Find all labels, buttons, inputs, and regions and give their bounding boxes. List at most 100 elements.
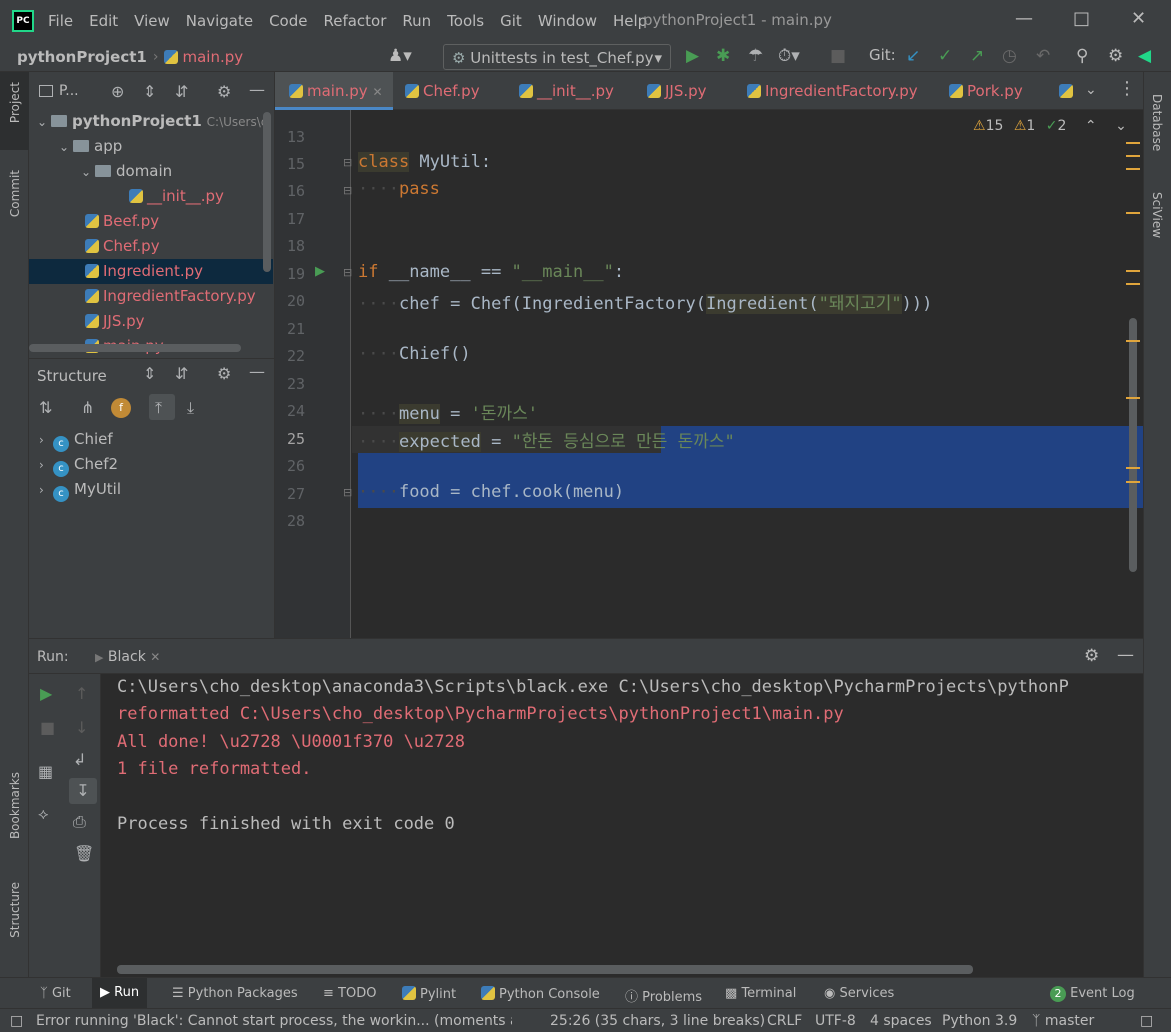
arrow-down-icon[interactable]: ↓ <box>75 718 88 737</box>
run-config-select[interactable]: ⚙ Unittests in test_Chef.py ▾ <box>443 44 671 70</box>
show-inherited-icon[interactable]: ⋔ <box>81 398 94 417</box>
show-fields-icon[interactable]: f <box>111 398 131 418</box>
settings-icon[interactable]: ⚙ <box>1108 46 1123 66</box>
bookmarks-tool-button[interactable]: Bookmarks <box>8 772 22 839</box>
tool-python-console[interactable]: Python Console <box>481 986 600 1002</box>
structure-item-chef2[interactable]: › c Chef2 <box>39 452 118 477</box>
tree-root[interactable]: ⌄ pythonProject1 C:\Users\c <box>37 109 267 134</box>
fold-icon[interactable]: ⊟ <box>343 266 352 279</box>
vertical-scrollbar[interactable] <box>263 112 271 272</box>
next-highlight-icon[interactable]: ⌄ <box>1115 118 1127 134</box>
git-update-icon[interactable]: ↙ <box>906 46 920 66</box>
tool-pylint[interactable]: Pylint <box>402 986 456 1002</box>
code-line-20[interactable]: ····chef = Chef(IngredientFactory(Ingred… <box>358 289 932 314</box>
hide-panel-icon[interactable]: — <box>249 80 265 99</box>
git-branch[interactable]: ᛉ master <box>1032 1013 1094 1029</box>
python-interpreter[interactable]: Python 3.9 <box>942 1013 1017 1029</box>
tab-chef[interactable]: Chef.py <box>405 72 480 110</box>
warning-mark[interactable] <box>1126 481 1140 483</box>
tool-run[interactable]: ▶ Run <box>92 978 148 1008</box>
code-line-27[interactable]: ····food = chef.cook(menu) <box>358 482 624 502</box>
lock-icon[interactable]: □ <box>1140 1013 1153 1029</box>
tree-item-app[interactable]: ⌄ app <box>59 134 122 159</box>
structure-item-chief[interactable]: › c Chief <box>39 427 113 452</box>
warning-mark[interactable] <box>1126 212 1140 214</box>
history-icon[interactable]: ◷ <box>1002 46 1017 66</box>
code-line-25[interactable]: ····expected = "한돈 등심으로 만든 돈까스" <box>358 427 735 452</box>
tool-problems[interactable]: ⓘ Problems <box>625 986 702 1005</box>
tree-item-ingredient[interactable]: Ingredient.py <box>29 259 273 284</box>
code-line-15[interactable]: class MyUtil: <box>358 152 491 172</box>
sciview-tool-button[interactable]: SciView <box>1150 192 1164 238</box>
close-tab-icon[interactable]: ✕ <box>150 650 160 664</box>
pin-icon[interactable]: ⟡ <box>38 804 49 824</box>
code-line-22[interactable]: ····Chief() <box>358 344 471 364</box>
rollback-icon[interactable]: ↶ <box>1036 46 1050 66</box>
tool-services[interactable]: ◉ Services <box>824 986 894 1001</box>
menu-git[interactable]: Git <box>500 12 522 30</box>
tab-overflow[interactable] <box>1059 72 1077 110</box>
structure-item-myutil[interactable]: › c MyUtil <box>39 477 121 502</box>
menu-view[interactable]: View <box>134 12 170 30</box>
warning-mark[interactable] <box>1126 283 1140 285</box>
warning-mark[interactable] <box>1126 270 1140 272</box>
tool-terminal[interactable]: ▩ Terminal <box>725 986 796 1001</box>
menu-code[interactable]: Code <box>269 12 307 30</box>
commit-tool-button[interactable]: Commit <box>8 170 22 217</box>
console-horizontal-scrollbar[interactable] <box>117 965 973 974</box>
hide-panel-icon[interactable]: — <box>1117 645 1134 665</box>
horizontal-scrollbar[interactable] <box>29 344 241 352</box>
expand-all-icon[interactable]: ⇕ <box>143 82 156 101</box>
git-push-icon[interactable]: ↗ <box>970 46 984 66</box>
fold-icon[interactable]: ⊟ <box>343 486 352 499</box>
file-encoding[interactable]: UTF-8 <box>815 1013 856 1029</box>
tree-item-beef[interactable]: Beef.py <box>85 209 159 234</box>
gear-icon[interactable]: ⚙ <box>217 364 231 383</box>
caret-position[interactable]: 25:26 (35 chars, 3 line breaks) <box>550 1013 765 1029</box>
project-view-select[interactable]: P... <box>59 83 79 99</box>
navigate-to-source-icon[interactable]: ⤓ <box>187 398 194 418</box>
expand-all-icon[interactable]: ⇕ <box>143 364 156 383</box>
gear-icon[interactable]: ⚙ <box>1084 646 1099 666</box>
warning-mark[interactable] <box>1126 467 1140 469</box>
run-tab[interactable]: ▶ Black ✕ <box>95 649 160 665</box>
warning-mark[interactable] <box>1126 142 1140 144</box>
code-with-me-icon[interactable]: ◀ <box>1138 46 1151 66</box>
line-separator[interactable]: CRLF <box>767 1013 802 1029</box>
tree-item-domain[interactable]: ⌄ domain <box>81 159 172 184</box>
navigate-from-source-icon[interactable]: ⤒ <box>155 398 162 418</box>
code-line-19[interactable]: if __name__ == "__main__": <box>358 262 624 282</box>
collapse-all-icon[interactable]: ⇵ <box>175 364 188 383</box>
run-gutter-icon[interactable]: ▶ <box>315 264 325 279</box>
trash-icon[interactable]: 🗑 <box>74 844 94 863</box>
structure-tool-button[interactable]: Structure <box>8 882 22 938</box>
tab-pork[interactable]: Pork.py <box>949 72 1023 110</box>
locate-icon[interactable]: ⊕ <box>111 82 124 101</box>
arrow-up-icon[interactable]: ↑ <box>75 684 88 703</box>
chevron-down-icon[interactable]: ⌄ <box>1085 82 1097 98</box>
menu-edit[interactable]: Edit <box>89 12 118 30</box>
layout-icon[interactable]: ▦ <box>38 762 53 781</box>
tab-main[interactable]: main.py ✕ <box>275 72 393 110</box>
tool-git[interactable]: ᛉ Git <box>40 986 71 1001</box>
breadcrumb-file[interactable]: main.py <box>164 48 243 66</box>
run-icon[interactable]: ▶ <box>686 46 699 66</box>
tree-item-jjs[interactable]: JJS.py <box>85 309 145 334</box>
maximize-icon[interactable]: □ <box>1073 8 1090 29</box>
menu-file[interactable]: File <box>48 12 73 30</box>
gear-icon[interactable]: ⚙ <box>217 82 231 101</box>
editor-vertical-scrollbar[interactable] <box>1129 318 1137 572</box>
tab-ingredient-factory[interactable]: IngredientFactory.py <box>747 72 918 110</box>
fold-icon[interactable]: ⊟ <box>343 184 352 197</box>
tool-event-log[interactable]: 2 Event Log <box>1050 986 1135 1002</box>
coverage-icon[interactable]: ☂ <box>748 46 763 66</box>
inspection-widget[interactable]: ⚠15 ⚠1 ✓2 ⌃ ⌄ <box>973 118 1127 134</box>
minimize-icon[interactable]: — <box>1015 8 1033 29</box>
tool-windows-toggle-icon[interactable]: □ <box>10 1013 23 1029</box>
tree-item-ingredient-factory[interactable]: IngredientFactory.py <box>85 284 256 309</box>
status-message[interactable]: Error running 'Black': Cannot start proc… <box>36 1013 512 1029</box>
search-icon[interactable]: ⚲ <box>1076 46 1088 66</box>
rerun-icon[interactable]: ▶ <box>40 684 52 703</box>
tab-init[interactable]: __init__.py <box>519 72 614 110</box>
tab-jjs[interactable]: JJS.py <box>647 72 707 110</box>
